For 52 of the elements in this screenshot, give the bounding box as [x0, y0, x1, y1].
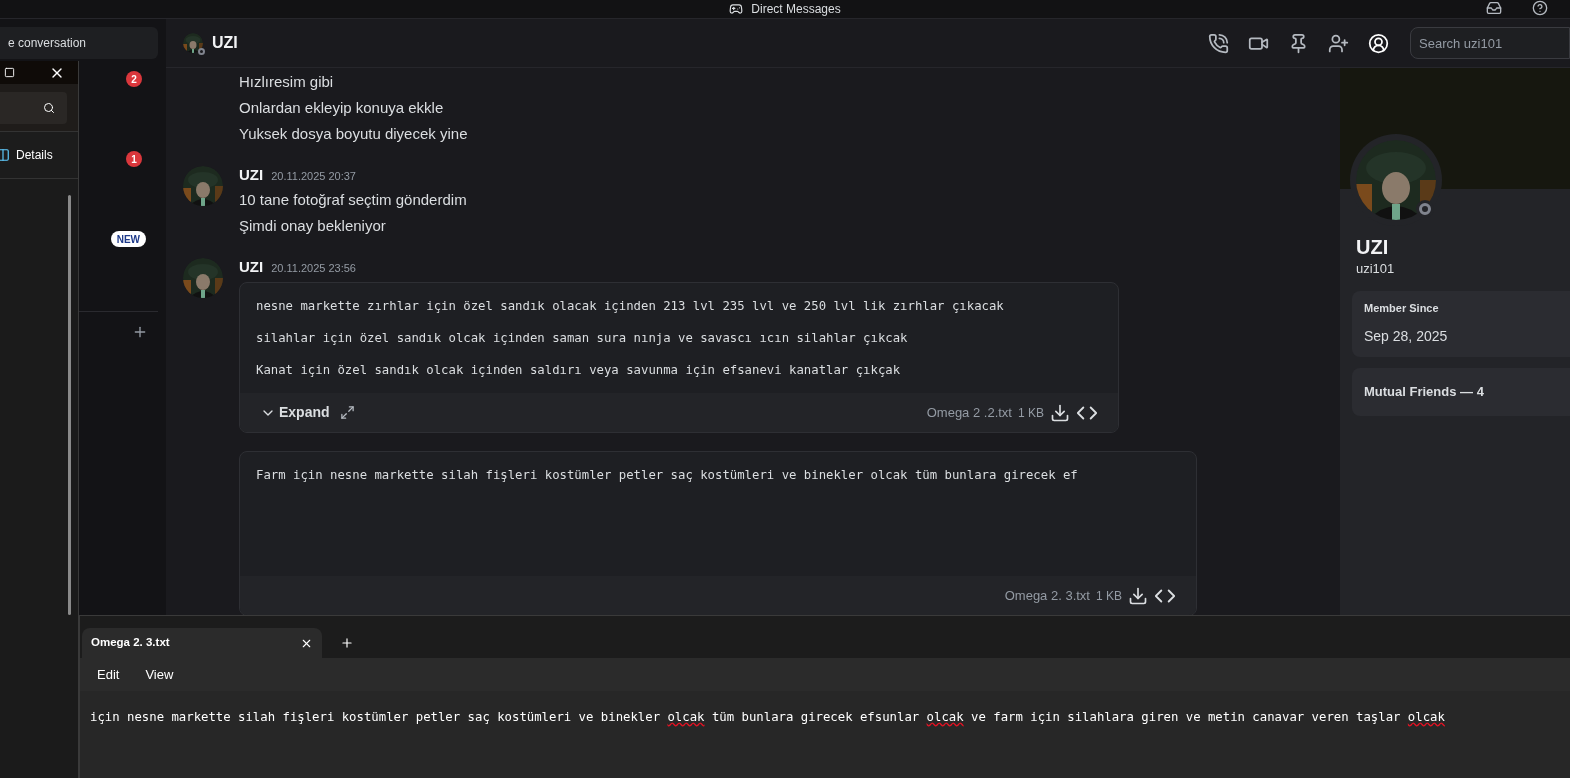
window-title: Direct Messages [751, 3, 841, 15]
fullscreen-icon[interactable] [339, 405, 355, 420]
member-since-label: Member Since [1364, 300, 1440, 316]
file-content-line: Farm için nesne markette silah fişleri kostümler petler saç kostümleri ve binekler olcak tüm bunlara girecek ef [256, 467, 1079, 484]
conversation-search-button[interactable]: e conversation [0, 27, 158, 59]
add-user-icon[interactable] [1328, 32, 1349, 54]
menu-item[interactable]: Edit [97, 664, 120, 685]
mutual-friends-button[interactable]: Mutual Friends — 4 [1352, 367, 1570, 416]
message-text: 10 tane fotoğraf seçtim gönderdim [239, 189, 467, 210]
unread-count-badge: 1 [126, 151, 142, 167]
status-icon [198, 48, 205, 55]
file-size: 1 KB [1096, 587, 1122, 605]
message-text: Hızlıresim gibi [239, 72, 335, 92]
download-icon[interactable] [1050, 402, 1070, 423]
help-icon[interactable] [1532, 0, 1548, 16]
profile-display-name: UZI [1356, 235, 1390, 259]
file-tab[interactable]: Omega 2. 3.txt [82, 628, 322, 658]
author-name[interactable]: UZI [239, 255, 264, 278]
new-badge: NEW [110, 231, 146, 247]
phone-icon[interactable] [1208, 32, 1229, 54]
message-text: Şimdi onay bekleniyor [239, 215, 387, 236]
menu-item[interactable]: View [145, 664, 174, 685]
chat-title: UZI [212, 33, 238, 53]
maximize-icon[interactable] [4, 67, 15, 78]
search-field[interactable] [0, 91, 67, 124]
message-timestamp: 20.11.2025 20:37 [271, 169, 356, 184]
expand-button[interactable]: Expand [260, 402, 330, 423]
file-name: Omega 2 .2.txt [926, 403, 1012, 422]
details-button[interactable]: Details [0, 146, 53, 164]
file-size: 1 KB [1018, 404, 1044, 422]
add-icon[interactable] [132, 324, 148, 340]
search-icon [43, 101, 55, 114]
author-name[interactable]: UZI [239, 164, 264, 187]
controller-icon [729, 2, 744, 16]
new-tab-icon[interactable] [340, 636, 354, 650]
message-timestamp: 20.11.2025 23:56 [271, 260, 356, 276]
profile-username: uzi101 [1356, 260, 1396, 278]
file-content-line: nesne markette zırhlar için özel sandık olacak içinden 213 lvl 235 lvl ve 250 lvl lik zırhlar çıkacak [256, 298, 1005, 315]
user-profile-icon[interactable] [1368, 32, 1389, 54]
file-content-line: silahlar için özel sandık olcak içinden saman sura nınja ve savascı ıcın silahlar çıkcak [256, 330, 909, 347]
file-content-line: Kanat için özel sandık olcak içinden saldırı veya savunma için efsanevi kanatlar çıkçak [256, 362, 902, 379]
scrollbar[interactable] [68, 195, 71, 615]
inbox-icon[interactable] [1486, 0, 1502, 16]
document-text: için nesne markette silah fişleri kostümler petler saç kostümleri ve binekler olcak tüm bunlara girecek efsunlar olcak ve farm için silahlara giren ve metin canavar veren taşlar olcak [90, 709, 1446, 726]
file-name: Omega 2. 3.txt [1004, 586, 1090, 605]
message-text: Yuksek dosya boyutu diyecek yine [239, 124, 468, 144]
unread-count-badge: 2 [126, 71, 142, 87]
message-text: Onlardan ekleyip konuya ekkle [239, 98, 445, 118]
download-icon[interactable] [1128, 585, 1148, 606]
search-field[interactable]: Search uzi101 [1410, 27, 1570, 59]
details-pane-icon [0, 148, 10, 162]
member-since-date: Sep 28, 2025 [1364, 327, 1449, 347]
